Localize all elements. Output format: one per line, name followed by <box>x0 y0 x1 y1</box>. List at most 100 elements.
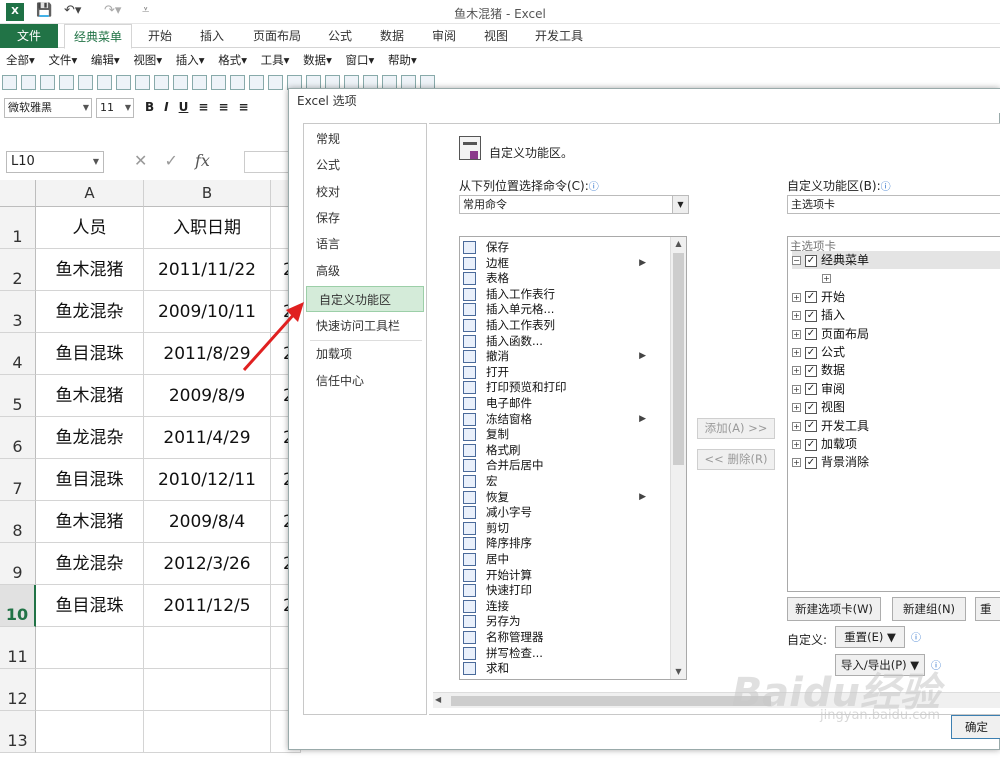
table-cell[interactable] <box>144 669 271 711</box>
row-header[interactable]: 12 <box>0 669 36 711</box>
menu-tools[interactable]: 工具▾ <box>261 52 290 68</box>
commands-list[interactable]: ▲ ▼ 保存 边框 ▶ 表格 插入工作表行 插入单元格... 插入工作表列 插入函数... 撤消… <box>459 236 687 680</box>
table-cell[interactable]: 鱼木混猪 <box>36 501 144 543</box>
tab-classic-menu[interactable]: 经典菜单 <box>64 24 132 49</box>
row-header[interactable]: 2 <box>0 249 36 291</box>
expand-icon[interactable]: + <box>792 403 801 413</box>
tab-checkbox[interactable]: ✓ <box>805 346 817 359</box>
expand-icon[interactable]: + <box>792 421 801 431</box>
row-header[interactable]: 3 <box>0 291 36 333</box>
align-left-icon[interactable]: ≡ <box>198 100 208 114</box>
list-item[interactable]: 减小字号 <box>460 505 670 521</box>
new-group-button[interactable]: 新建组(N) <box>892 597 966 621</box>
cut-icon[interactable] <box>192 75 207 90</box>
open-icon[interactable] <box>21 75 36 90</box>
tab-checkbox[interactable]: ✓ <box>805 401 817 414</box>
tree-item[interactable]: + ✓ 背景消除 <box>792 453 869 471</box>
tab-review[interactable]: 审阅 <box>422 24 466 48</box>
table-cell[interactable] <box>144 711 271 753</box>
expand-icon[interactable]: + <box>792 366 801 376</box>
row-header[interactable]: 1 <box>0 207 36 249</box>
expand-icon[interactable]: + <box>792 311 801 321</box>
menu-view[interactable]: 视图▾ <box>133 52 162 68</box>
list-item[interactable]: 另存为 <box>460 614 670 630</box>
tab-insert[interactable]: 插入 <box>190 24 234 48</box>
scroll-thumb[interactable] <box>673 253 684 465</box>
row-header[interactable]: 5 <box>0 375 36 417</box>
expand-icon[interactable]: + <box>792 348 801 357</box>
nav-language[interactable]: 语言 <box>304 231 426 257</box>
row-header[interactable]: 13 <box>0 711 36 753</box>
formula-input[interactable] <box>244 151 294 173</box>
table-cell[interactable]: 2009/8/9 <box>144 375 271 417</box>
table-cell[interactable] <box>144 627 271 669</box>
menu-format[interactable]: 格式▾ <box>218 52 247 68</box>
tree-item[interactable]: + ✓ 页面布局 <box>792 325 869 343</box>
bold-button[interactable]: B <box>145 100 154 114</box>
table-cell[interactable]: 鱼木混猪 <box>36 249 144 291</box>
list-item[interactable]: 快速打印 <box>460 583 670 599</box>
list-item[interactable]: 合并后居中 <box>460 458 670 474</box>
cancel-icon[interactable]: ✕ <box>134 151 147 170</box>
list-item[interactable]: 插入工作表行 <box>460 287 670 303</box>
row-header[interactable]: 11 <box>0 627 36 669</box>
menu-all[interactable]: 全部▾ <box>6 52 35 68</box>
expand-icon[interactable]: + <box>822 274 831 284</box>
thesaurus-icon[interactable] <box>173 75 188 90</box>
table-cell[interactable] <box>36 669 144 711</box>
commands-list-scrollbar[interactable]: ▲ ▼ <box>670 237 686 679</box>
italic-button[interactable]: I <box>164 100 168 114</box>
table-cell[interactable]: 2010/12/11 <box>144 459 271 501</box>
tree-item[interactable]: + <box>822 269 835 287</box>
scroll-down-icon[interactable]: ▼ <box>671 665 686 679</box>
expand-icon[interactable]: + <box>792 292 801 302</box>
email-icon[interactable] <box>78 75 93 90</box>
table-cell[interactable]: 2011/12/5 <box>144 585 271 627</box>
print-preview-icon[interactable] <box>116 75 131 90</box>
nav-advanced[interactable]: 高级 <box>304 258 426 284</box>
tree-item[interactable]: − ✓ 经典菜单 <box>792 251 1000 270</box>
tree-item[interactable]: + ✓ 插入 <box>792 306 845 324</box>
menu-insert[interactable]: 插入▾ <box>176 52 205 68</box>
select-all-corner[interactable] <box>0 180 36 207</box>
row-header[interactable]: 9 <box>0 543 36 585</box>
tab-formulas[interactable]: 公式 <box>318 24 362 48</box>
list-item[interactable]: 插入单元格... <box>460 302 670 318</box>
menu-file[interactable]: 文件▾ <box>48 52 77 68</box>
list-item[interactable]: 连接 <box>460 599 670 615</box>
row-header[interactable]: 4 <box>0 333 36 375</box>
rename-button[interactable]: 重命 <box>975 597 1000 621</box>
insert-function-icon[interactable]: fx <box>195 151 210 170</box>
table-cell[interactable] <box>36 711 144 753</box>
tab-checkbox[interactable]: ✓ <box>805 328 817 341</box>
scroll-thumb[interactable] <box>451 696 771 706</box>
menu-data[interactable]: 数据▾ <box>303 52 332 68</box>
undo-icon[interactable] <box>230 75 245 90</box>
column-header-a[interactable]: A <box>36 180 144 207</box>
tab-checkbox[interactable]: ✓ <box>805 254 817 267</box>
font-name-select[interactable]: 微软雅黑 ▼ <box>4 98 92 118</box>
permission-icon[interactable] <box>59 75 74 90</box>
list-item[interactable]: 降序排序 <box>460 536 670 552</box>
tab-checkbox[interactable]: ✓ <box>805 438 817 451</box>
tab-checkbox[interactable]: ✓ <box>805 456 817 469</box>
scroll-left-icon[interactable]: ◀ <box>435 695 441 704</box>
list-item[interactable]: 保存 <box>460 240 670 256</box>
list-item[interactable]: 求和 <box>460 661 670 677</box>
list-item[interactable]: 剪切 <box>460 521 670 537</box>
list-item[interactable]: 复制 <box>460 427 670 443</box>
ribbon-tabs-tree[interactable]: 主选项卡 − ✓ 经典菜单 + + ✓ 开始 + ✓ 插入 + ✓ 页面布局 + ✓ 公式 + ✓ 数据 + ✓ 审阅 + ✓… <box>787 236 1000 592</box>
nav-quick-access-toolbar[interactable]: 快速访问工具栏 <box>304 313 426 339</box>
redo-icon[interactable] <box>249 75 264 90</box>
research-icon[interactable] <box>135 75 150 90</box>
list-item[interactable]: 表格 <box>460 271 670 287</box>
tab-checkbox[interactable]: ✓ <box>805 291 817 304</box>
table-cell[interactable]: 人员 <box>36 207 144 249</box>
nav-formulas[interactable]: 公式 <box>304 152 426 178</box>
save-icon[interactable] <box>40 75 55 90</box>
font-size-select[interactable]: 11 ▼ <box>96 98 134 118</box>
new-icon[interactable] <box>2 75 17 90</box>
print-icon[interactable] <box>97 75 112 90</box>
tab-checkbox[interactable]: ✓ <box>805 383 817 396</box>
row-header[interactable]: 6 <box>0 417 36 459</box>
